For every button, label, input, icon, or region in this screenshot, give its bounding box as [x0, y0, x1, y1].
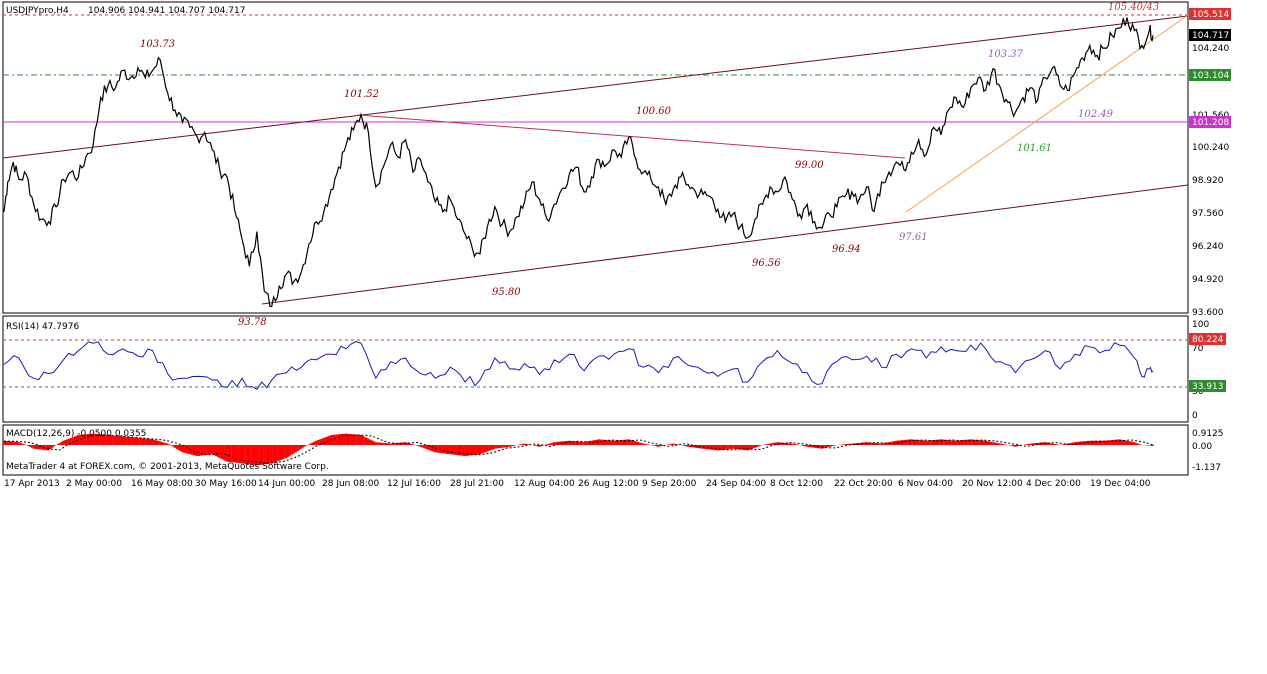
date-tick: 6 Nov 04:00: [898, 479, 953, 489]
magenta-level-badge-text: 101.208: [1192, 118, 1229, 128]
chart-svg: 103.73 101.52 100.60 99.00 95.80 96.56 9…: [2, 1, 1231, 489]
label-96-56: 96.56: [752, 258, 781, 269]
label-96-94: 96.94: [832, 244, 861, 255]
label-100-60: 100.60: [636, 106, 672, 117]
current-price-badge-text: 104.717: [1192, 31, 1229, 41]
rsi-upper-badge-text: 80.224: [1192, 335, 1224, 345]
label-102-49: 102.49: [1078, 109, 1114, 120]
date-tick: 2 May 00:00: [66, 479, 122, 489]
green-level-badge-text: 103.104: [1192, 71, 1229, 81]
macd-tick: -1.137: [1192, 463, 1221, 473]
rsi-tick: 0: [1192, 411, 1198, 421]
date-tick: 22 Oct 20:00: [834, 479, 893, 489]
mt4-chart-window: 103.73 101.52 100.60 99.00 95.80 96.56 9…: [0, 0, 1267, 674]
date-tick: 19 Dec 04:00: [1090, 479, 1151, 489]
rsi-tick: 70: [1192, 344, 1204, 354]
label-103-37: 103.37: [988, 49, 1024, 60]
label-99-00: 99.00: [795, 160, 824, 171]
rsi-tick: 100: [1192, 320, 1209, 330]
date-tick: 17 Apr 2013: [4, 479, 60, 489]
date-tick: 28 Jun 08:00: [322, 479, 379, 489]
label-93-78: 93.78: [238, 317, 267, 328]
date-tick: 30 May 16:00: [195, 479, 257, 489]
date-tick: 4 Dec 20:00: [1026, 479, 1081, 489]
symbol-label: USDJPYpro,H4: [6, 6, 69, 16]
macd-label: MACD(12,26,9) -0.0500 0.0355: [6, 429, 146, 439]
date-tick: 20 Nov 12:00: [962, 479, 1023, 489]
top-price-badge-text: 105.514: [1192, 10, 1229, 20]
date-tick: 12 Jul 16:00: [387, 479, 441, 489]
date-tick: 24 Sep 04:00: [706, 479, 766, 489]
ohlc-label: 104.906 104.941 104.707 104.717: [88, 6, 245, 16]
date-tick: 16 May 08:00: [131, 479, 193, 489]
price-tick: 96.240: [1192, 242, 1224, 252]
label-103-73: 103.73: [140, 39, 175, 50]
price-tick: 100.240: [1192, 143, 1229, 153]
label-101-52: 101.52: [344, 89, 379, 100]
price-tick: 97.560: [1192, 209, 1224, 219]
date-tick: 28 Jul 21:00: [450, 479, 504, 489]
label-97-61: 97.61: [899, 232, 928, 243]
rsi-pane: [2, 315, 1189, 423]
label-105-40-43: 105.40/43: [1108, 2, 1159, 13]
rsi-lower-badge-text: 33.913: [1192, 382, 1224, 392]
date-tick: 26 Aug 12:00: [578, 479, 639, 489]
rsi-label: RSI(14) 47.7976: [6, 322, 79, 332]
copyright-text: MetaTrader 4 at FOREX.com, © 2001-2013, …: [6, 462, 329, 472]
price-axis: 104.240 101.560 100.240 98.920 97.560 96…: [1189, 8, 1231, 318]
label-95-80: 95.80: [492, 287, 521, 298]
macd-tick: 0.9125: [1192, 429, 1224, 439]
price-tick: 93.600: [1192, 308, 1224, 318]
price-tick: 94.920: [1192, 275, 1224, 285]
date-tick: 9 Sep 20:00: [642, 479, 697, 489]
date-tick: 14 Jun 00:00: [258, 479, 315, 489]
date-tick: 12 Aug 04:00: [514, 479, 575, 489]
macd-tick: 0.00: [1192, 442, 1212, 452]
date-tick: 8 Oct 12:00: [770, 479, 823, 489]
label-101-61: 101.61: [1017, 143, 1052, 154]
price-tick: 98.920: [1192, 176, 1224, 186]
price-tick: 104.240: [1192, 44, 1229, 54]
date-axis: 17 Apr 2013 2 May 00:00 16 May 08:00 30 …: [4, 479, 1151, 489]
